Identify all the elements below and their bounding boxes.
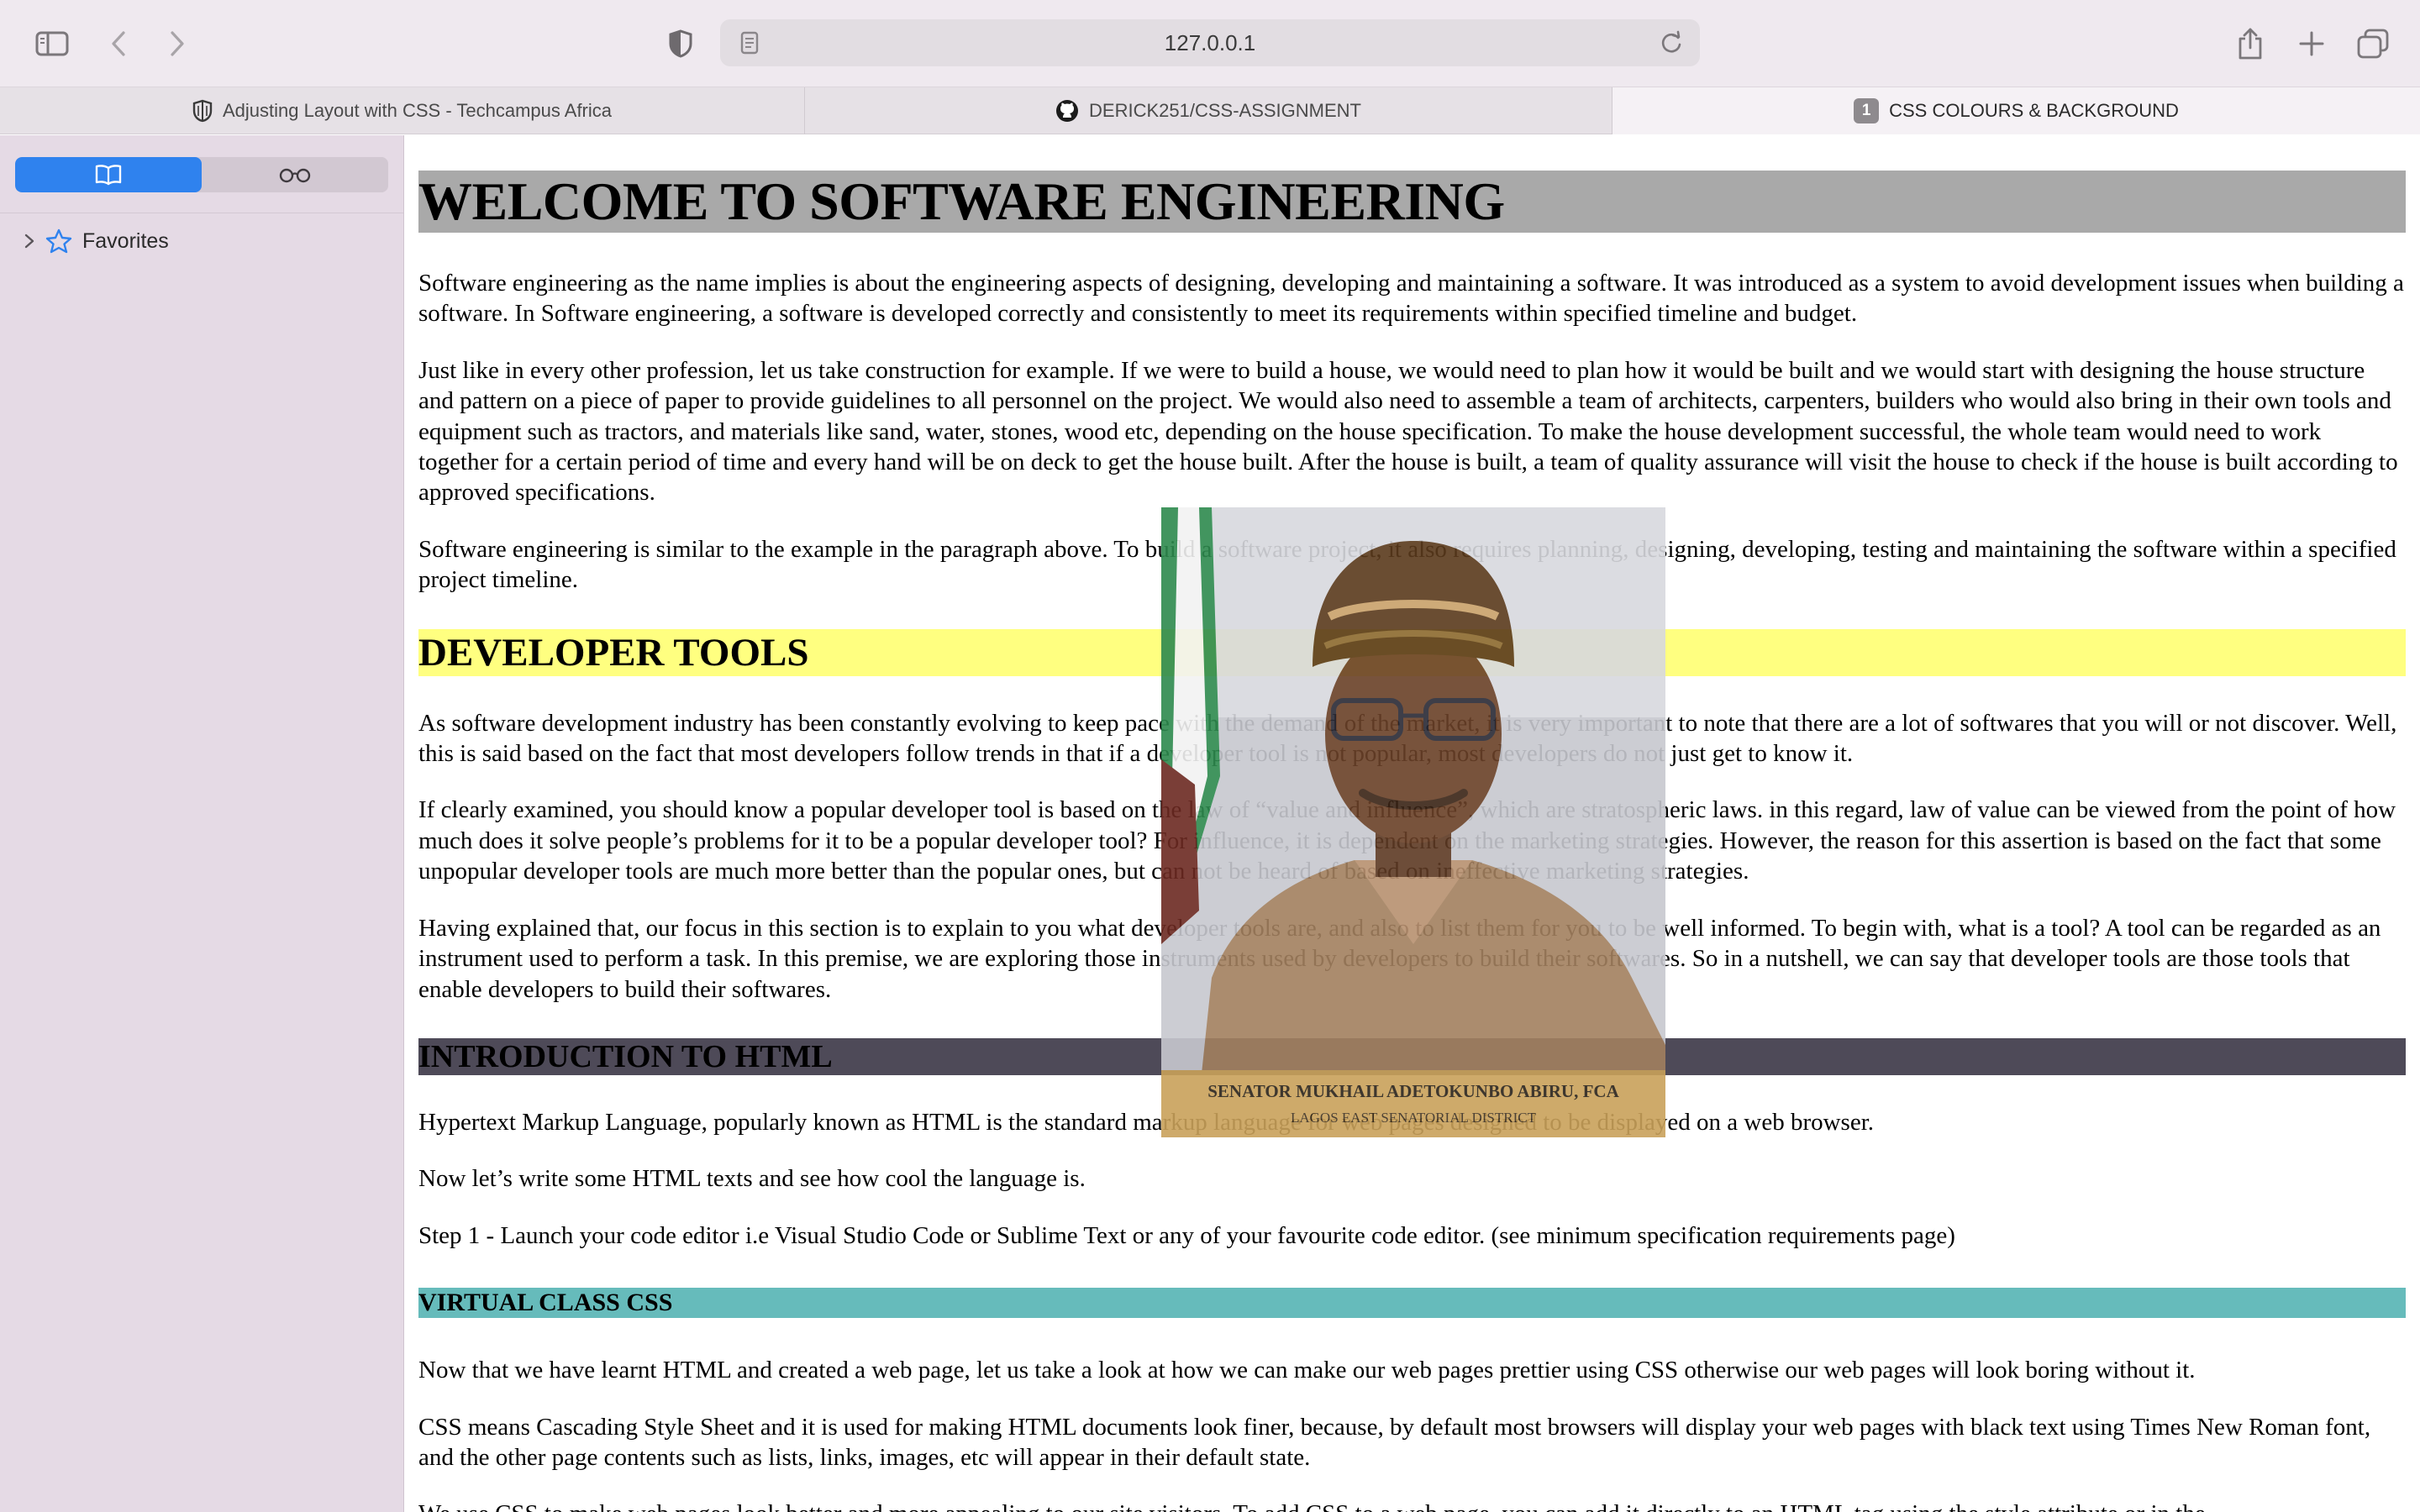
chevron-right-icon[interactable] [24,233,35,249]
heading-virtual-class-css: VIRTUAL CLASS CSS [418,1288,2406,1319]
paragraph: Software engineering as the name implies… [418,270,2404,328]
star-icon [45,228,72,254]
paragraph: Now let’s write some HTML texts and see … [418,1165,1086,1193]
chevron-left-icon [112,31,125,56]
sidebar-icon [35,31,69,56]
tab-title: Adjusting Layout with CSS - Techcampus A… [222,100,613,121]
book-icon [95,165,122,186]
paragraph: Now that we have learnt HTML and created… [418,1357,2196,1384]
portrait-photo: SENATOR MUKHAIL ADETOKUNBO ABIRU, FCA LA… [1161,507,1665,1137]
sidebar-toggle-button[interactable] [32,22,72,66]
portrait-caption-district: LAGOS EAST SENATORIAL DISTRICT [1291,1110,1537,1126]
favorites-row[interactable]: Favorites [24,223,169,260]
browser-toolbar: 127.0.0.1 [0,0,2420,87]
portrait-caption-name: SENATOR MUKHAIL ADETOKUNBO ABIRU, FCA [1207,1081,1619,1101]
address-bar[interactable]: 127.0.0.1 [720,19,1700,66]
page-title: WELCOME TO SOFTWARE ENGINEERING [418,171,2406,233]
sidebar-segmented-control [15,157,388,192]
tab-bar: Adjusting Layout with CSS - Techcampus A… [0,87,2420,134]
github-icon [1055,99,1079,123]
favorites-label: Favorites [82,228,169,253]
privacy-report-button[interactable] [666,22,695,66]
paragraph: Step 1 - Launch your code editor i.e Vis… [418,1221,1955,1249]
tab-css-colours[interactable]: 1 CSS COLOURS & BACKGROUND [1612,87,2420,134]
share-button[interactable] [2235,22,2265,66]
tab-title: DERICK251/CSS-ASSIGNMENT [1089,100,1361,121]
glasses-icon [279,168,311,183]
share-icon [2238,28,2262,60]
new-tab-button[interactable] [2297,22,2326,66]
page-icon [740,31,759,55]
sidebar: Favorites [0,135,404,1512]
paragraph: We use CSS to make web pages look better… [418,1499,2406,1512]
bookmarks-tab[interactable] [15,157,202,192]
tab-title: CSS COLOURS & BACKGROUND [1889,100,2179,121]
tab-overview-icon [2357,29,2389,59]
chevron-right-icon [171,31,184,56]
tab-github[interactable]: DERICK251/CSS-ASSIGNMENT [805,87,1612,134]
back-button[interactable] [106,22,131,66]
shield-icon [192,99,213,123]
shield-half-icon [669,29,692,58]
tab-overview-button[interactable] [2356,22,2390,66]
web-content: WELCOME TO SOFTWARE ENGINEERING Software… [405,135,2420,1512]
tab-adjusting-layout[interactable]: Adjusting Layout with CSS - Techcampus A… [0,87,805,134]
url-text: 127.0.0.1 [1164,29,1256,55]
reading-list-tab[interactable] [202,157,388,192]
portrait-image: SENATOR MUKHAIL ADETOKUNBO ABIRU, FCA LA… [1161,507,1665,1137]
tab-favicon-badge: 1 [1854,98,1880,123]
paragraph: CSS means Cascading Style Sheet and it i… [418,1413,2371,1471]
plus-icon [2299,31,2324,56]
paragraph: Just like in every other profession, let… [418,356,2398,507]
reload-icon[interactable] [1660,30,1683,55]
forward-button[interactable] [165,22,190,66]
